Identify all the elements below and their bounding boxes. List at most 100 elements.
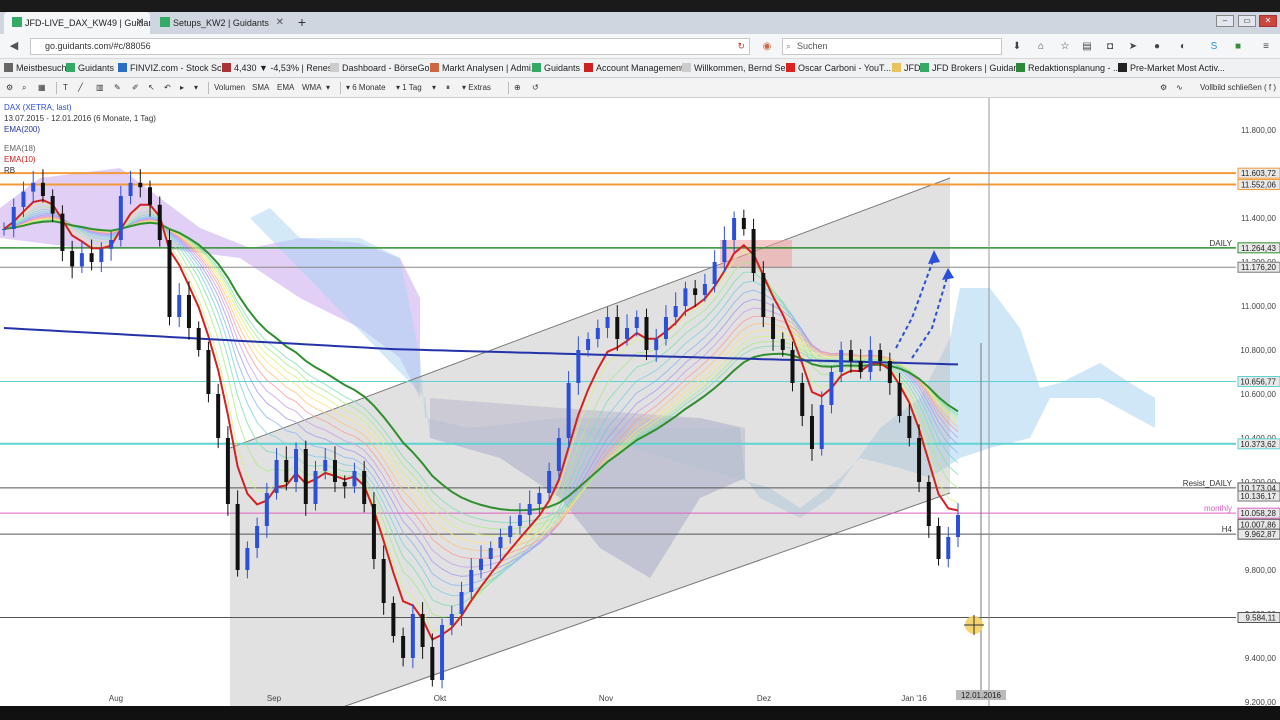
- search-field[interactable]: ⌕ Suchen: [782, 38, 1002, 55]
- download-icon[interactable]: ⬇: [1010, 40, 1024, 54]
- url-field[interactable]: go.guidants.com/#c/88056 ↻: [30, 38, 750, 55]
- candle-body[interactable]: [21, 191, 26, 207]
- candle-body[interactable]: [780, 339, 785, 350]
- candle-body[interactable]: [595, 328, 600, 339]
- bookmark-item[interactable]: JFD: [892, 62, 921, 75]
- candle-body[interactable]: [956, 515, 960, 537]
- close-window-button[interactable]: ✕: [1259, 15, 1277, 27]
- price-chart[interactable]: 11.800,0011.600,0011.400,0011.200,0011.0…: [0, 98, 1280, 708]
- candle-body[interactable]: [313, 471, 318, 504]
- candle-body[interactable]: [615, 317, 620, 339]
- skype-icon[interactable]: S: [1207, 40, 1221, 54]
- candle-body[interactable]: [897, 383, 902, 416]
- settings-icon[interactable]: ⚙: [6, 81, 13, 95]
- candle-body[interactable]: [128, 182, 133, 196]
- undo-icon[interactable]: ↶: [164, 81, 171, 95]
- candle-body[interactable]: [819, 405, 824, 449]
- back-icon[interactable]: ◀: [7, 39, 21, 53]
- fib-tool-icon[interactable]: ▥: [96, 81, 104, 95]
- bookmark-item[interactable]: Willkommen, Bernd Se...: [682, 62, 793, 75]
- candle-body[interactable]: [118, 196, 123, 240]
- menu-icon[interactable]: ≡: [1259, 40, 1273, 54]
- candle-body[interactable]: [508, 526, 513, 537]
- candle-body[interactable]: [936, 526, 941, 559]
- dropdown-icon[interactable]: ▾: [194, 81, 198, 95]
- indicator-rb[interactable]: RB: [4, 165, 156, 176]
- candle-body[interactable]: [60, 213, 65, 251]
- bookmark-item[interactable]: Markt Analysen | Admi...: [430, 62, 538, 75]
- candle-body[interactable]: [2, 229, 6, 230]
- sma-button[interactable]: SMA: [252, 81, 269, 95]
- candle-body[interactable]: [391, 603, 396, 636]
- reset-icon[interactable]: ↺: [532, 81, 539, 95]
- bookmark-item[interactable]: Meistbesucht: [4, 62, 69, 75]
- wma-button[interactable]: WMA: [302, 81, 322, 95]
- candle-body[interactable]: [829, 372, 834, 405]
- addon-icon[interactable]: ■: [1231, 40, 1245, 54]
- tab-setups[interactable]: Setups_KW2 | Guidants ✕: [152, 12, 290, 34]
- candle-body[interactable]: [89, 253, 94, 262]
- candle-body[interactable]: [264, 493, 269, 526]
- candle-body[interactable]: [440, 625, 445, 680]
- home-icon[interactable]: ⌂: [1034, 40, 1048, 54]
- candle-body[interactable]: [206, 350, 211, 394]
- bookmark-item[interactable]: 4,430 ▼ -4,53% | Renes...: [222, 62, 340, 75]
- candle-body[interactable]: [693, 288, 698, 295]
- pocket-icon[interactable]: ◘: [1103, 40, 1117, 54]
- candle-body[interactable]: [332, 460, 337, 482]
- minimize-button[interactable]: –: [1216, 15, 1234, 27]
- candle-body[interactable]: [800, 383, 805, 416]
- chat-icon[interactable]: ●: [1150, 40, 1164, 54]
- chevron-down-icon[interactable]: ▾: [432, 81, 436, 95]
- candle-body[interactable]: [663, 317, 668, 339]
- fullscreen-button[interactable]: Vollbild schließen ( f ): [1200, 81, 1276, 95]
- candle-body[interactable]: [420, 614, 425, 647]
- candle-body[interactable]: [702, 284, 707, 295]
- candle-body[interactable]: [722, 240, 727, 262]
- candle-body[interactable]: [70, 251, 75, 267]
- candle-body[interactable]: [644, 317, 649, 350]
- candle-body[interactable]: [537, 493, 542, 504]
- bookmark-item[interactable]: JFD Brokers | Guidants: [920, 62, 1025, 75]
- candle-body[interactable]: [479, 559, 483, 570]
- ema-button[interactable]: EMA: [277, 81, 294, 95]
- candle-body[interactable]: [167, 240, 172, 317]
- bookmark-item[interactable]: Pre-Market Most Activ...: [1118, 62, 1225, 75]
- candle-body[interactable]: [878, 350, 883, 361]
- candle-body[interactable]: [235, 504, 240, 570]
- candle-body[interactable]: [848, 350, 853, 361]
- candle-body[interactable]: [625, 328, 630, 339]
- candle-body[interactable]: [430, 647, 435, 680]
- bookmark-item[interactable]: Guidants: [66, 62, 114, 75]
- candle-body[interactable]: [809, 416, 814, 449]
- interval-select[interactable]: ▾ 1 Tag: [396, 81, 422, 95]
- measure-tool-icon[interactable]: ↖: [148, 81, 155, 95]
- candle-body[interactable]: [50, 196, 55, 214]
- candle-body[interactable]: [303, 449, 308, 504]
- candle-body[interactable]: [11, 207, 16, 229]
- candle-body[interactable]: [868, 350, 873, 372]
- candle-body[interactable]: [858, 361, 863, 372]
- candle-body[interactable]: [576, 350, 581, 383]
- screenshot-icon[interactable]: ◐: [1176, 40, 1190, 54]
- candle-body[interactable]: [196, 328, 201, 350]
- candle-body[interactable]: [683, 288, 688, 306]
- search-chart-icon[interactable]: ⌕: [22, 81, 26, 95]
- zoom-icon[interactable]: ⊕: [514, 81, 521, 95]
- extras-select[interactable]: ▾ Extras: [462, 81, 491, 95]
- bookmark-item[interactable]: Guidants: [532, 62, 580, 75]
- pen-tool-icon[interactable]: ✐: [132, 81, 139, 95]
- close-tab-icon[interactable]: ✕: [276, 12, 284, 34]
- candle-body[interactable]: [109, 240, 114, 249]
- candle-body[interactable]: [342, 482, 347, 487]
- candle-body[interactable]: [634, 317, 639, 328]
- bookmark-item[interactable]: Redaktionsplanung - ...: [1016, 62, 1121, 75]
- candle-body[interactable]: [157, 204, 162, 240]
- candle-body[interactable]: [547, 471, 552, 493]
- adblock-icon[interactable]: ◉: [760, 40, 774, 54]
- reload-icon[interactable]: ↻: [737, 39, 745, 54]
- new-tab-button[interactable]: +: [294, 14, 310, 30]
- text-tool-icon[interactable]: T: [63, 81, 68, 95]
- bookmark-item[interactable]: Dashboard - BörseGo ...: [330, 62, 440, 75]
- candle-body[interactable]: [138, 182, 143, 188]
